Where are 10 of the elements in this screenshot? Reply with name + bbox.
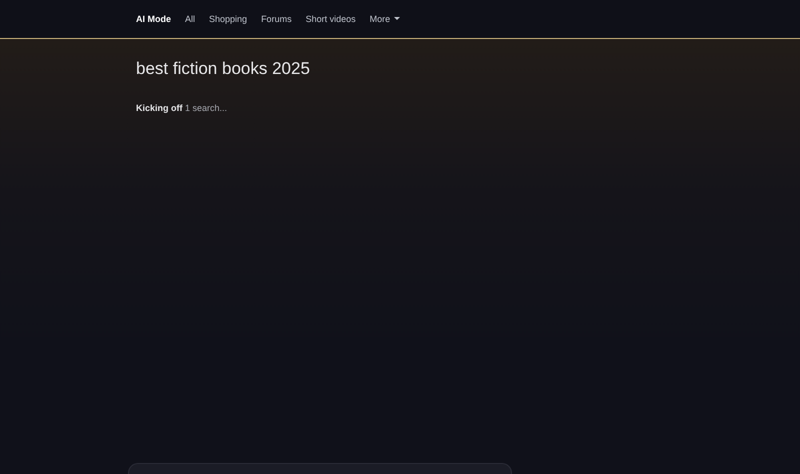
nav-tab[interactable]: Short videos bbox=[306, 14, 356, 24]
nav-tab[interactable]: Shopping bbox=[209, 14, 248, 24]
status-text: Kicking off 1 search... bbox=[136, 103, 228, 113]
more-menu[interactable]: More bbox=[370, 14, 400, 24]
search-query: best fiction books 2025 bbox=[136, 59, 311, 79]
nav-tab[interactable]: AI Mode bbox=[136, 14, 171, 24]
caret-icon bbox=[394, 17, 400, 21]
nav-tab[interactable]: Forums bbox=[261, 14, 292, 24]
ask-field[interactable] bbox=[128, 463, 512, 474]
nav-tab[interactable]: All bbox=[185, 14, 196, 24]
